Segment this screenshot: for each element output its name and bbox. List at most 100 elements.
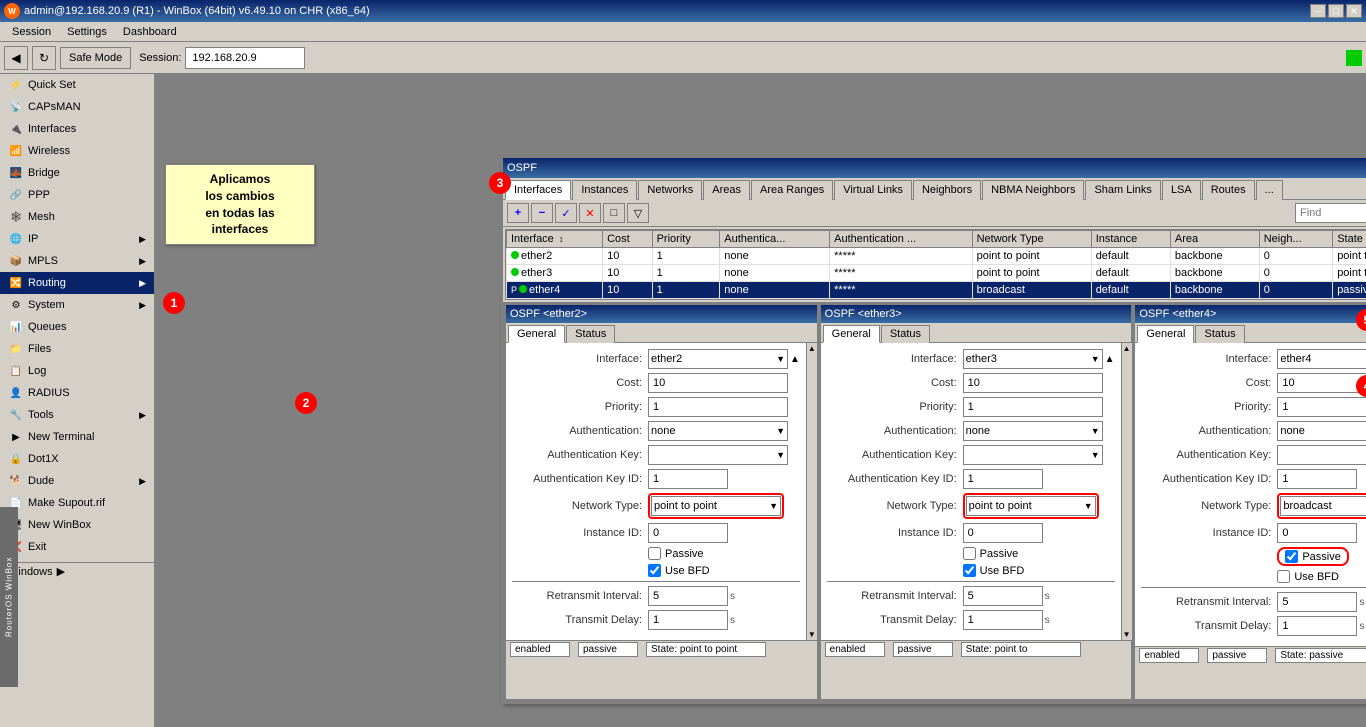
- ether2-retransmit-input[interactable]: [648, 586, 728, 606]
- table-row[interactable]: ether2 10 1 none ***** point to point de…: [507, 248, 1366, 265]
- ether3-passive-checkbox[interactable]: [963, 547, 976, 560]
- ether4-priority-input[interactable]: [1277, 397, 1366, 417]
- ospf-tab-more[interactable]: ...: [1256, 180, 1283, 200]
- sidebar-item-files[interactable]: 📁 Files: [0, 338, 154, 360]
- ether2-tab-general[interactable]: General: [508, 325, 565, 343]
- sidebar-item-quickset[interactable]: ⚡ Quick Set: [0, 74, 154, 96]
- ospf-filter-button[interactable]: ▽: [627, 203, 649, 223]
- ether2-tab-status[interactable]: Status: [566, 325, 615, 343]
- ospf-tab-interfaces[interactable]: Interfaces: [505, 180, 571, 200]
- menu-session[interactable]: Session: [4, 24, 59, 40]
- ether2-passive-checkbox[interactable]: [648, 547, 661, 560]
- ether3-instance-id-input[interactable]: [963, 523, 1043, 543]
- ether3-auth-key-id-input[interactable]: [963, 469, 1043, 489]
- ether2-cost-input[interactable]: [648, 373, 788, 393]
- maximize-button[interactable]: □: [1328, 4, 1344, 18]
- ether2-auth-dropdown[interactable]: none ▼: [648, 421, 788, 441]
- ospf-tab-lsa[interactable]: LSA: [1162, 180, 1201, 200]
- ether2-priority-input[interactable]: [648, 397, 788, 417]
- ospf-add-button[interactable]: +: [507, 203, 529, 223]
- ospf-tab-virtual-links[interactable]: Virtual Links: [834, 180, 912, 200]
- sidebar-item-exit[interactable]: ❌ Exit: [0, 536, 154, 558]
- ether3-interface-scroll-up[interactable]: ▲: [1105, 354, 1115, 365]
- sidebar-item-queues[interactable]: 📊 Queues: [0, 316, 154, 338]
- ospf-enable-button[interactable]: ✓: [555, 203, 577, 223]
- table-row[interactable]: ether3 10 1 none ***** point to point de…: [507, 265, 1366, 282]
- safe-mode-button[interactable]: Safe Mode: [60, 47, 131, 69]
- ether4-tab-general[interactable]: General: [1137, 325, 1194, 343]
- sidebar-item-dot1x[interactable]: 🔒 Dot1X: [0, 448, 154, 470]
- ether3-transmit-delay-input[interactable]: [963, 610, 1043, 630]
- ether3-interface-dropdown[interactable]: ether3 ▼: [963, 349, 1103, 369]
- ether3-priority-input[interactable]: [963, 397, 1103, 417]
- ether2-auth-key-dropdown[interactable]: ▼: [648, 445, 788, 465]
- ether4-network-type-dropdown[interactable]: broadcast ▼: [1280, 496, 1366, 516]
- ether3-tab-general[interactable]: General: [823, 325, 880, 343]
- ospf-tab-area-ranges[interactable]: Area Ranges: [751, 180, 833, 200]
- menu-settings[interactable]: Settings: [59, 24, 115, 40]
- sidebar-item-mpls[interactable]: 📦 MPLS ▶: [0, 250, 154, 272]
- sidebar-item-routing[interactable]: 🔀 Routing ▶: [0, 272, 154, 294]
- ospf-settings-button[interactable]: □: [603, 203, 625, 223]
- sidebar-item-ip[interactable]: 🌐 IP ▶: [0, 228, 154, 250]
- ether4-cost-input[interactable]: [1277, 373, 1366, 393]
- sidebar-item-bridge[interactable]: 🌉 Bridge: [0, 162, 154, 184]
- ether2-network-type-dropdown[interactable]: point to point ▼: [651, 496, 781, 516]
- back-button[interactable]: ◀: [4, 46, 28, 70]
- sidebar-item-capsman[interactable]: 📡 CAPsMAN: [0, 96, 154, 118]
- sidebar-item-dude[interactable]: 🐕 Dude ▶: [0, 470, 154, 492]
- ether2-interface-dropdown[interactable]: ether2 ▼: [648, 349, 788, 369]
- sidebar-item-makesupout[interactable]: 📄 Make Supout.rif: [0, 492, 154, 514]
- refresh-button[interactable]: ↻: [32, 46, 56, 70]
- ospf-tab-neighbors[interactable]: Neighbors: [913, 180, 981, 200]
- sidebar-item-ppp[interactable]: 🔗 PPP: [0, 184, 154, 206]
- ether2-instance-id-input[interactable]: [648, 523, 728, 543]
- sidebar-item-newwinbox[interactable]: 🖥 New WinBox: [0, 514, 154, 536]
- ether3-network-type-dropdown[interactable]: point to point ▼: [966, 496, 1096, 516]
- ospf-search-input[interactable]: [1295, 203, 1366, 223]
- sidebar-item-interfaces[interactable]: 🔌 Interfaces: [0, 118, 154, 140]
- minimize-button[interactable]: ─: [1310, 4, 1326, 18]
- sidebar-item-tools[interactable]: 🔧 Tools ▶: [0, 404, 154, 426]
- ether4-interface-dropdown[interactable]: ether4 ▼: [1277, 349, 1366, 369]
- ether4-auth-key-id-input[interactable]: [1277, 469, 1357, 489]
- ospf-tab-areas[interactable]: Areas: [703, 180, 750, 200]
- sidebar-item-radius[interactable]: 👤 RADIUS: [0, 382, 154, 404]
- ether4-transmit-delay-input[interactable]: [1277, 616, 1357, 636]
- table-row-selected[interactable]: Pether4 10 1 none ***** broadcast defaul…: [507, 282, 1366, 299]
- sidebar-item-log[interactable]: 📋 Log: [0, 360, 154, 382]
- ether4-usebfd-checkbox[interactable]: [1277, 570, 1290, 583]
- ether4-tab-status[interactable]: Status: [1195, 325, 1244, 343]
- ether4-retransmit-input[interactable]: [1277, 592, 1357, 612]
- ether4-instance-id-input[interactable]: [1277, 523, 1357, 543]
- ospf-disable-button[interactable]: ✕: [579, 203, 601, 223]
- ospf-tab-nbma[interactable]: NBMA Neighbors: [982, 180, 1084, 200]
- sidebar-item-windows[interactable]: Windows ▶: [0, 562, 154, 580]
- menu-dashboard[interactable]: Dashboard: [115, 24, 185, 40]
- ether2-transmit-delay-input[interactable]: [648, 610, 728, 630]
- ospf-remove-button[interactable]: −: [531, 203, 553, 223]
- ether3-scrollbar[interactable]: ▲ ▼: [1121, 343, 1132, 640]
- ether2-scrollbar[interactable]: ▲ ▼: [806, 343, 817, 640]
- sidebar-item-system[interactable]: ⚙ System ▶: [0, 294, 154, 316]
- ether3-cost-input[interactable]: [963, 373, 1103, 393]
- ether2-interface-scroll-up[interactable]: ▲: [790, 354, 800, 365]
- close-button[interactable]: ✕: [1346, 4, 1362, 18]
- ospf-tab-instances[interactable]: Instances: [572, 180, 637, 200]
- ether4-passive-checkbox[interactable]: [1285, 550, 1298, 563]
- ether3-retransmit-input[interactable]: [963, 586, 1043, 606]
- sidebar-item-wireless[interactable]: 📶 Wireless: [0, 140, 154, 162]
- ospf-tab-routes[interactable]: Routes: [1202, 180, 1255, 200]
- ether2-usebfd-checkbox[interactable]: [648, 564, 661, 577]
- ether3-auth-key-dropdown[interactable]: ▼: [963, 445, 1103, 465]
- ospf-tab-sham[interactable]: Sham Links: [1085, 180, 1160, 200]
- ether4-auth-dropdown[interactable]: none ▼: [1277, 421, 1366, 441]
- ether4-auth-key-dropdown[interactable]: ▼: [1277, 445, 1366, 465]
- sidebar-item-mesh[interactable]: 🕸 Mesh: [0, 206, 154, 228]
- ether3-usebfd-checkbox[interactable]: [963, 564, 976, 577]
- ether3-auth-dropdown[interactable]: none ▼: [963, 421, 1103, 441]
- ether2-auth-key-id-input[interactable]: [648, 469, 728, 489]
- ether3-tab-status[interactable]: Status: [881, 325, 930, 343]
- ospf-tab-networks[interactable]: Networks: [638, 180, 702, 200]
- sidebar-item-newterminal[interactable]: ▶ New Terminal: [0, 426, 154, 448]
